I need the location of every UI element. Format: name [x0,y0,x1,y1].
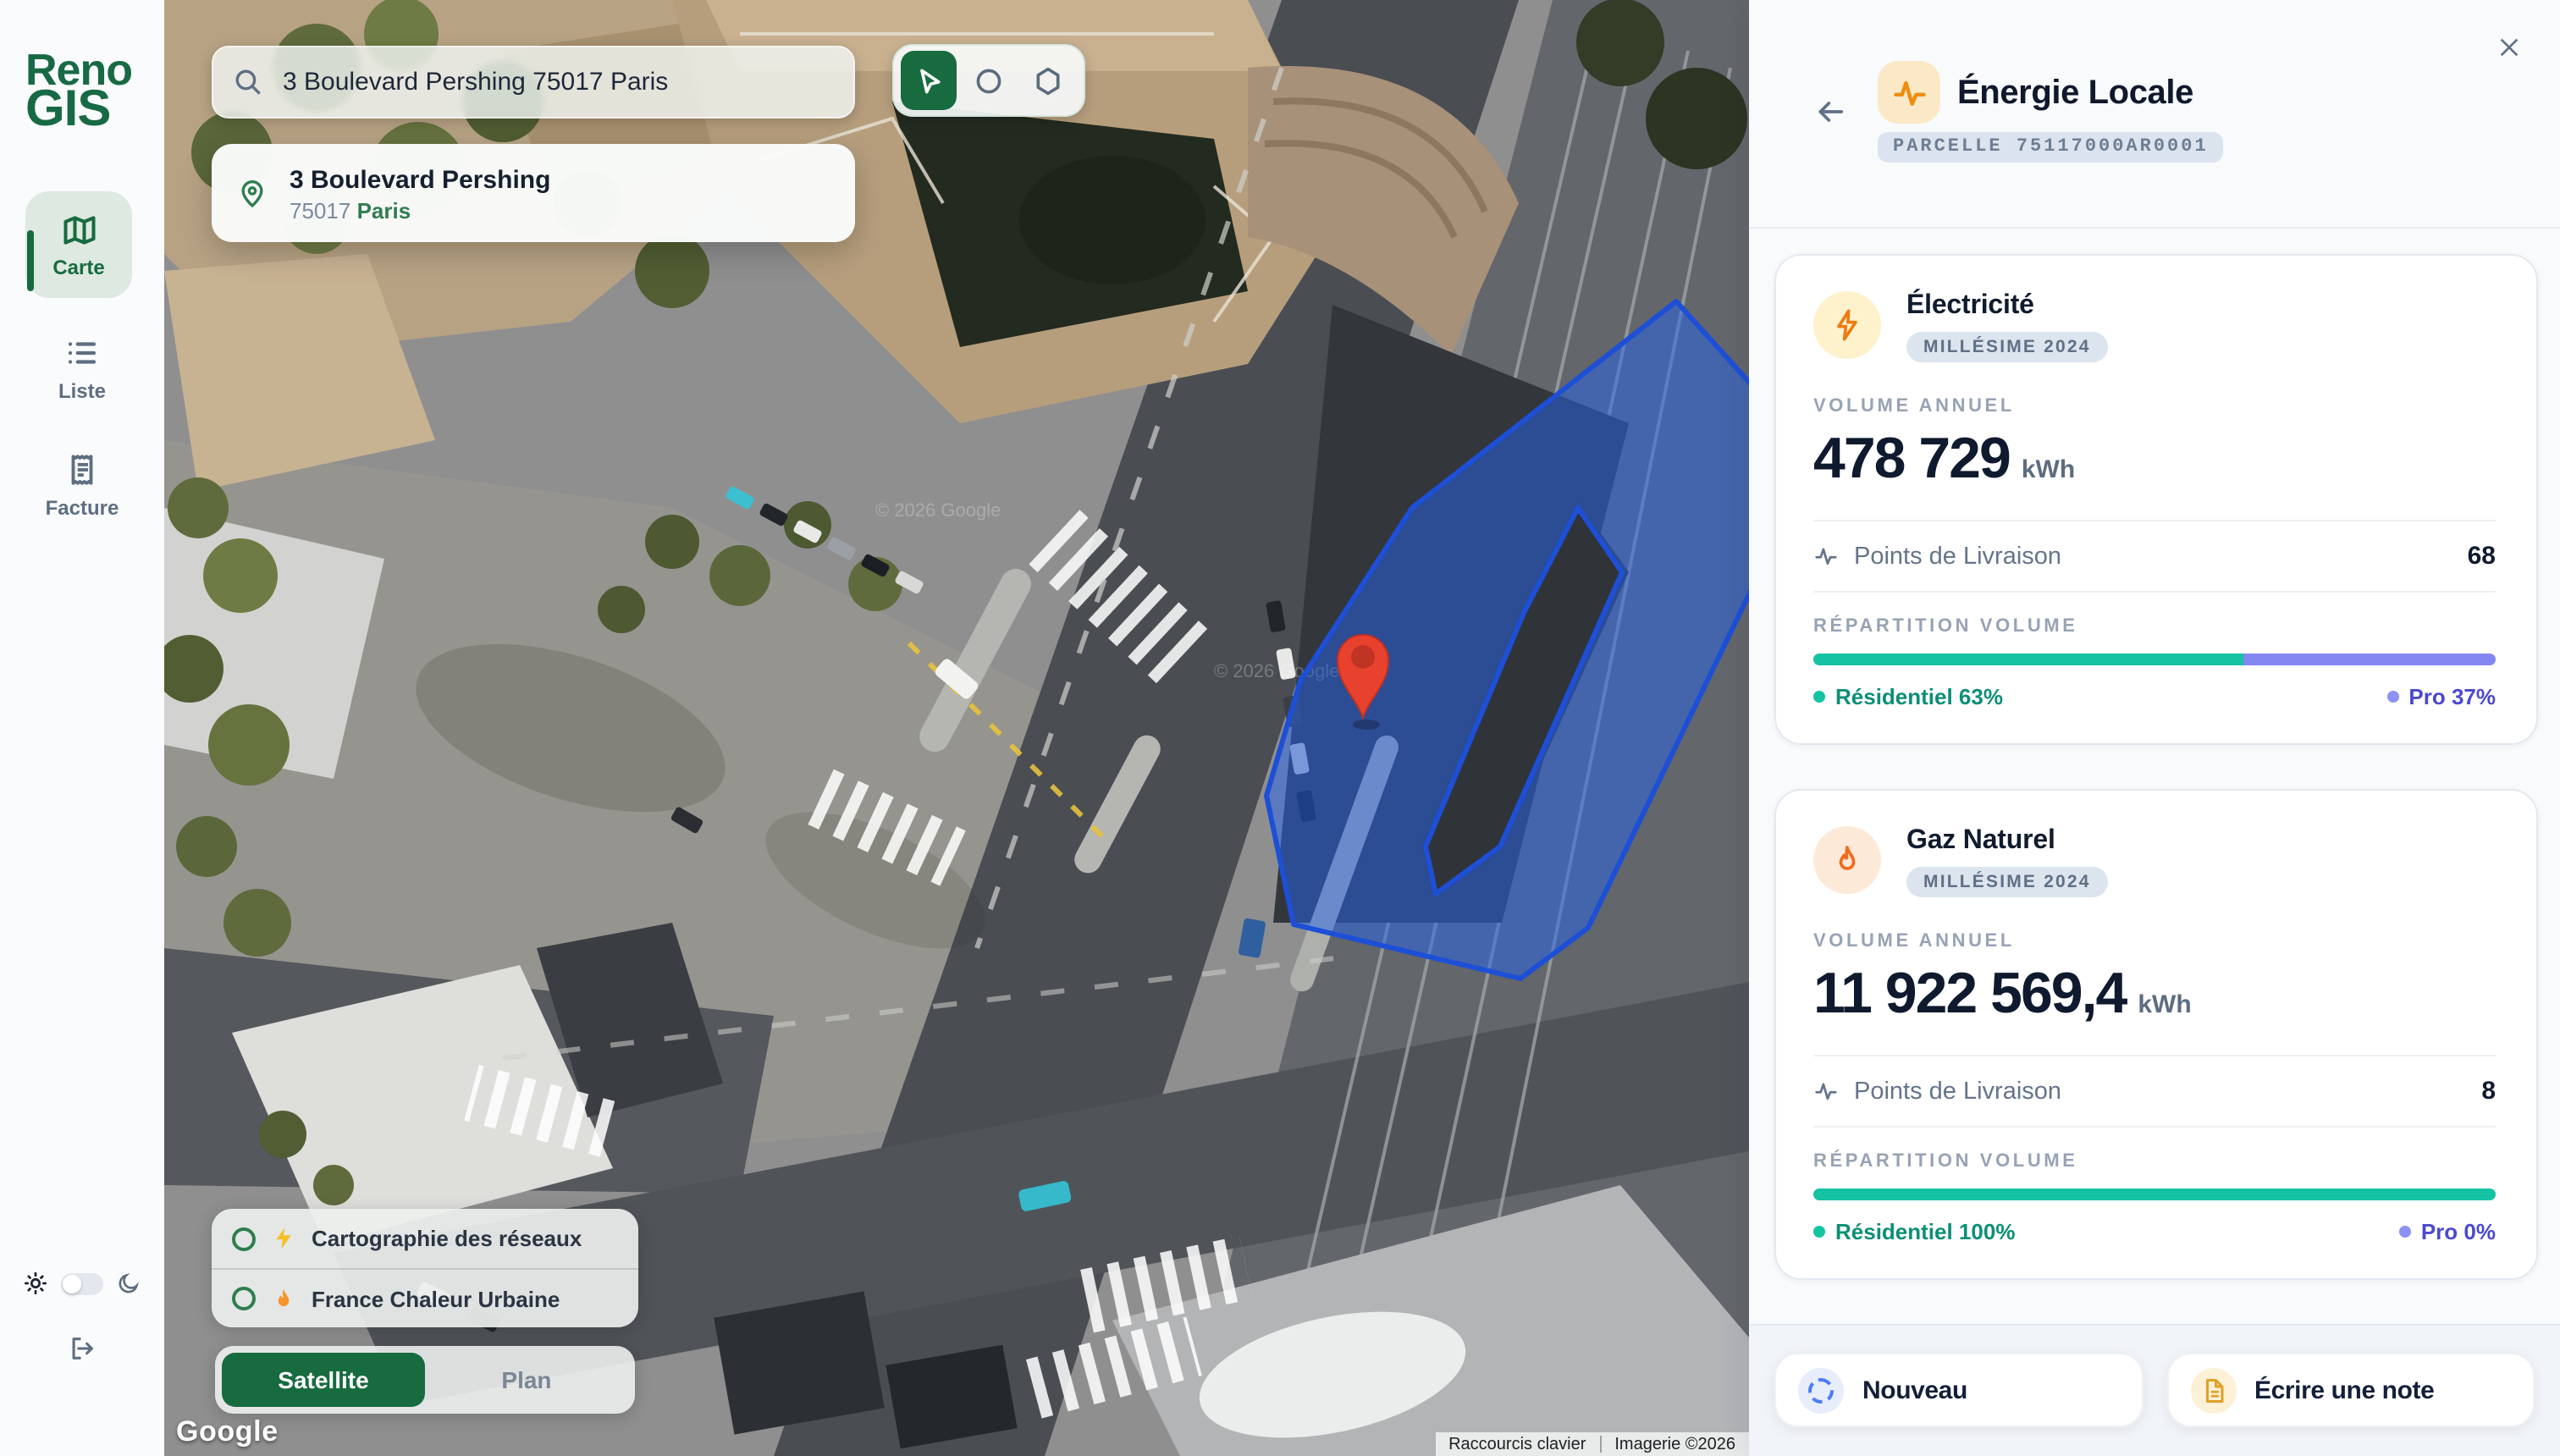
pdl-label: Points de Livraison [1854,1078,2466,1105]
pro-segment [2243,654,2496,665]
bolt-icon [271,1226,296,1251]
pdl-label: Points de Livraison [1854,543,2452,570]
moon-icon [117,1271,141,1295]
energy-panel: Énergie Locale PARCELLE 75117000AR0001 É… [1749,0,2560,1456]
address-search[interactable] [212,46,855,119]
layer-row-chaleur[interactable]: France Chaleur Urbaine [212,1268,638,1327]
app-window: © 2026 Google © 2026 Google [0,0,2560,1456]
vintage-badge: MILLÉSIME 2024 [1906,332,2108,362]
volume-value: 478 729 [1813,427,2010,493]
repartition-bar [1813,1189,2496,1200]
electricity-card: Électricité MILLÉSIME 2024 VOLUME ANNUEL… [1774,254,2538,745]
radio-chaleur[interactable] [232,1287,256,1310]
teal-dot [1813,691,1825,703]
panel-footer: Nouveau Écrire une note [1749,1324,2560,1456]
volume-label: VOLUME ANNUEL [1813,931,2496,951]
back-button[interactable] [1813,95,1847,129]
imagery-credit: Imagerie ©2026 [1614,1435,1735,1453]
delivery-points-row: Points de Livraison 8 [1813,1077,2496,1126]
polygon-tool-button[interactable] [1020,51,1077,110]
repartition-label: RÉPARTITION VOLUME [1813,1151,2496,1172]
residentiel-legend: Résidentiel 63% [1835,684,2003,709]
pdl-value: 8 [2481,1077,2496,1106]
search-input[interactable] [279,66,833,98]
close-icon[interactable] [2496,34,2523,61]
purple-dot [2386,691,2398,703]
gas-card: Gaz Naturel MILLÉSIME 2024 VOLUME ANNUEL… [1774,789,2538,1280]
dark-mode-switch[interactable] [61,1272,103,1294]
panel-header: Énergie Locale PARCELLE 75117000AR0001 [1749,0,2560,229]
search-icon [234,68,262,97]
basemap-toggle: Satellite Plan [215,1346,635,1414]
divider [1813,591,2496,593]
purple-dot [2399,1226,2411,1238]
nouveau-button[interactable]: Nouveau [1774,1353,2143,1427]
pdl-value: 68 [2468,542,2496,571]
card-title: Gaz Naturel [1906,826,2108,857]
attribution-divider [1599,1436,1601,1453]
theme-toggle-row [0,1271,164,1295]
parcel-badge: PARCELLE 75117000AR0001 [1878,132,2224,163]
panel-body: Électricité MILLÉSIME 2024 VOLUME ANNUEL… [1749,229,2560,1324]
map-canvas[interactable]: © 2026 Google © 2026 Google [164,0,1749,1456]
active-indicator [27,230,34,291]
sidebar: Reno GIS Carte Liste Facture [0,0,164,1456]
svg-text:© 2026 Google: © 2026 Google [875,499,1001,521]
divider [1813,520,2496,521]
receipt-icon [64,452,100,488]
residentiel-legend: Résidentiel 100% [1835,1219,2015,1244]
map-icon [60,211,97,248]
residentiel-segment [1813,1189,2496,1200]
volume-value: 11 922 569,4 [1813,962,2126,1028]
sidebar-item-facture[interactable]: Facture [0,452,164,520]
pulse-icon [1813,543,1839,569]
map-pin-icon [235,176,269,210]
app-logo: Reno GIS [25,51,132,129]
sidebar-item-liste[interactable]: Liste [0,335,164,403]
new-selection-icon [1798,1367,1844,1413]
teal-dot [1813,1226,1825,1238]
pro-legend: Pro 0% [2421,1219,2496,1244]
circle-tool-button[interactable] [961,51,1018,110]
result-city-line: 75017 Paris [290,197,550,223]
select-tool-button[interactable] [901,51,957,110]
pro-legend: Pro 37% [2408,684,2496,709]
logout-icon [68,1334,97,1363]
card-title: Électricité [1906,291,2108,322]
volume-label: VOLUME ANNUEL [1813,396,2496,416]
flame-icon [271,1286,296,1311]
energy-pulse-icon [1878,61,1940,124]
panel-title: Énergie Locale [1957,74,2193,113]
residentiel-segment [1813,654,2243,665]
lightning-icon [1813,291,1881,359]
map-attribution: Raccourcis clavier Imagerie ©2026 [1435,1432,1749,1456]
repartition-bar [1813,654,2496,665]
volume-unit: kWh [2138,990,2191,1019]
basemap-plan-button[interactable]: Plan [425,1353,628,1407]
delivery-points-row: Points de Livraison 68 [1813,542,2496,591]
volume-unit: kWh [2022,455,2075,484]
layers-panel: Cartographie des réseaux France Chaleur … [212,1209,638,1327]
radio-reseaux[interactable] [232,1227,256,1250]
sidebar-item-carte[interactable]: Carte [25,191,132,298]
basemap-satellite-button[interactable]: Satellite [222,1353,425,1407]
list-icon [64,335,100,371]
keyboard-shortcuts-link[interactable]: Raccourcis clavier [1448,1435,1586,1453]
write-note-button[interactable]: Écrire une note [2166,1353,2535,1427]
repartition-label: RÉPARTITION VOLUME [1813,616,2496,637]
divider [1813,1126,2496,1128]
switch-knob [63,1274,81,1293]
logout-button[interactable] [0,1334,164,1363]
google-logo: Google [176,1415,279,1449]
layer-row-reseaux[interactable]: Cartographie des réseaux [212,1209,638,1268]
vintage-badge: MILLÉSIME 2024 [1906,867,2108,897]
result-address: 3 Boulevard Pershing [290,163,550,196]
sun-icon [24,1271,47,1295]
search-result-item[interactable]: 3 Boulevard Pershing 75017 Paris [212,144,855,242]
pulse-icon [1813,1078,1839,1104]
flame-icon [1813,826,1881,894]
map-tool-group [892,44,1085,117]
note-icon [2190,1367,2236,1413]
divider [1813,1055,2496,1056]
